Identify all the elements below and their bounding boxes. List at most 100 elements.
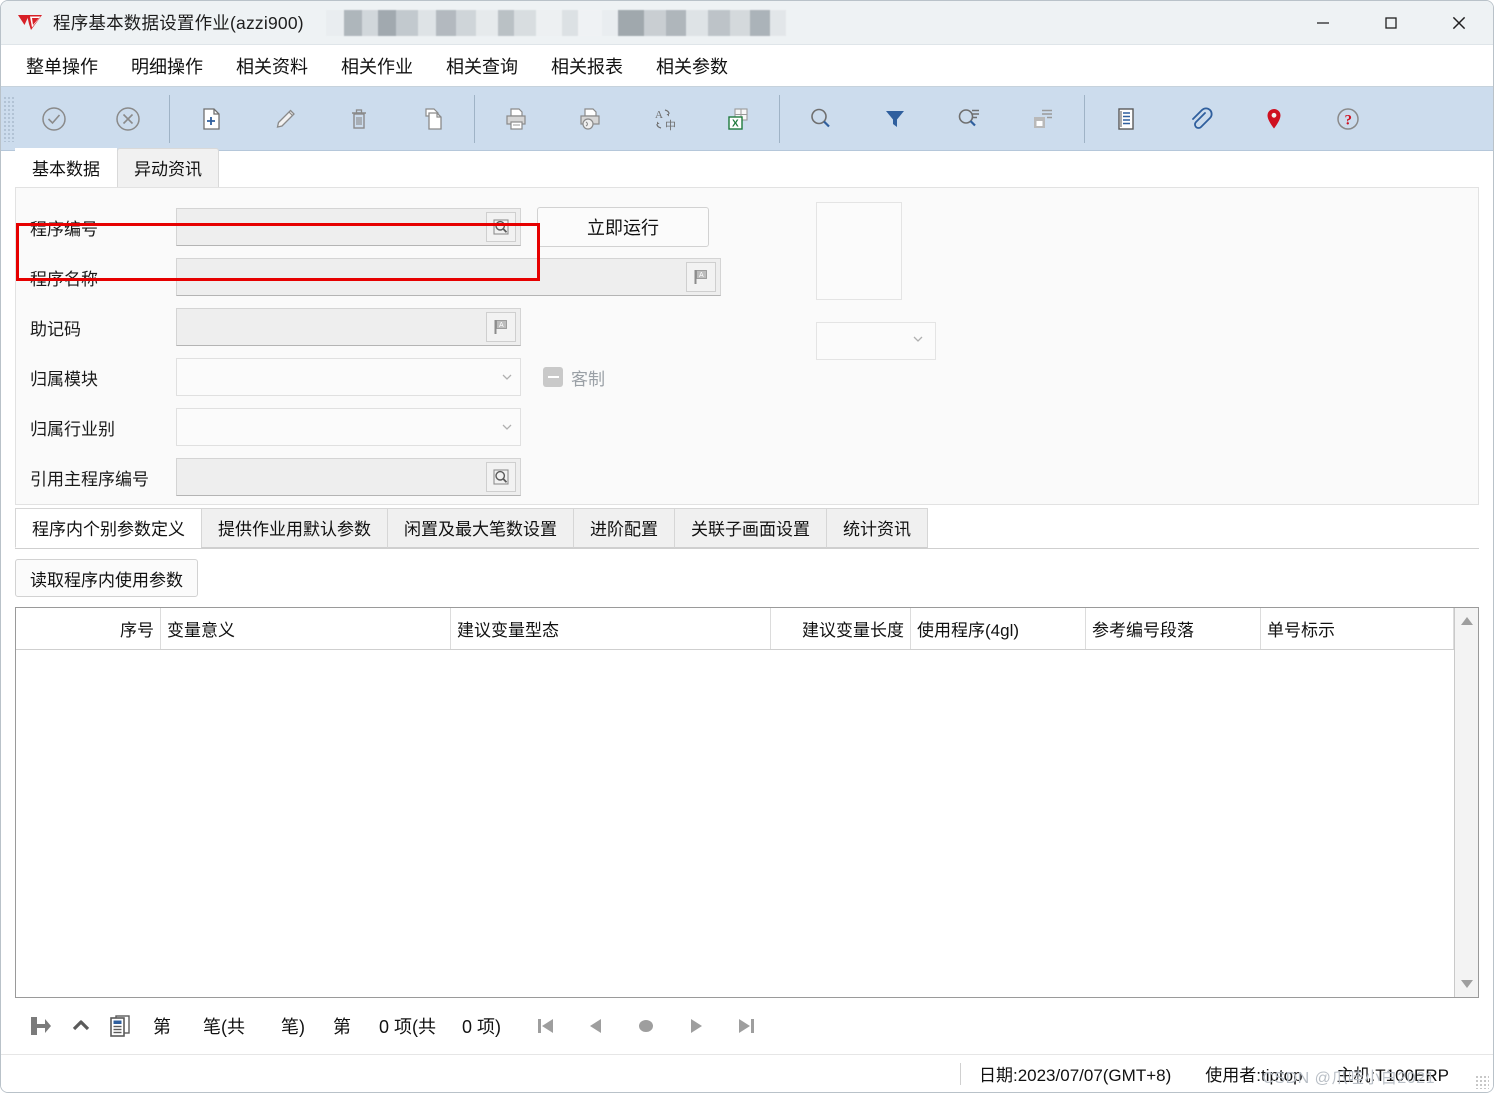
subtab-default-params[interactable]: 提供作业用默认参数 [201,508,388,548]
grid-col-seq[interactable]: 序号 [16,608,161,649]
field-ref-main-program [176,458,521,496]
last-page-icon[interactable] [721,1008,771,1044]
edit-pencil-icon[interactable] [248,89,322,149]
magnifier-lookup-icon[interactable] [486,462,516,492]
mnemonic-input[interactable] [177,309,486,345]
record-pager [521,1008,771,1044]
delete-trash-icon[interactable] [322,89,396,149]
location-pin-icon[interactable] [1237,89,1311,149]
field-program-no [176,208,521,246]
translate-icon[interactable]: A 中 [627,89,701,149]
label-count-close: 笔) [281,1017,305,1037]
items-total-count: 0 项) [462,1017,502,1037]
new-document-icon[interactable] [174,89,248,149]
toolbar-group-output: A 中 X [479,87,775,151]
tab-basic-data[interactable]: 基本数据 [15,148,117,187]
chevron-down-icon [494,420,520,434]
parameters-grid: 序号 变量意义 建议变量型态 建议变量长度 使用程序(4gl) 参考编号段落 单… [15,607,1479,998]
grid-col-doc-flag[interactable]: 单号标示 [1261,608,1454,649]
custom-checkbox-label: 客制 [571,369,605,389]
print-icon[interactable] [479,89,553,149]
industry-select[interactable] [176,408,521,446]
subtab-advanced-config[interactable]: 进阶配置 [573,508,675,548]
confirm-icon[interactable] [17,89,91,149]
menu-whole-order[interactable]: 整单操作 [11,49,113,83]
tab-change-info[interactable]: 异动资讯 [117,148,219,187]
toolbar: A 中 X ? [1,87,1493,151]
grid-col-ref-segment[interactable]: 参考编号段落 [1086,608,1261,649]
subtab-linked-subscreen[interactable]: 关联子画面设置 [674,508,827,548]
label-page-prefix: 第 [153,1017,171,1037]
back-arrow-icon[interactable] [21,1008,61,1044]
collapse-up-icon[interactable] [61,1008,101,1044]
first-page-icon[interactable] [521,1008,571,1044]
custom-checkbox[interactable] [543,367,563,387]
export-excel-icon[interactable]: X [701,89,775,149]
grid-col-var-type[interactable]: 建议变量型态 [451,608,771,649]
program-no-input[interactable] [177,209,486,245]
label-program-no: 程序编号 [30,219,98,239]
menu-related-job[interactable]: 相关作业 [326,49,428,83]
grid-body[interactable] [16,650,1454,997]
field-mnemonic: A [176,308,521,346]
cancel-icon[interactable] [91,89,165,149]
label-count-open: 笔(共 [203,1017,245,1037]
help-question-icon[interactable]: ? [1311,89,1385,149]
read-program-params-button[interactable]: 读取程序内使用参数 [15,559,198,597]
grid-col-use-program[interactable]: 使用程序(4gl) [911,608,1086,649]
close-button[interactable] [1425,1,1493,45]
document-list-icon[interactable] [101,1008,141,1044]
tiptop-logo-icon [17,12,43,34]
form-right-column [816,202,936,360]
grid-vertical-scrollbar[interactable] [1454,608,1478,997]
toolbar-drag-grip[interactable] [3,95,15,142]
scroll-down-icon[interactable] [1458,975,1476,993]
menu-related-data[interactable]: 相关资料 [221,49,323,83]
resize-grip[interactable] [1475,1075,1489,1089]
custom-checkbox-group[interactable]: 客制 [543,365,605,390]
svg-text:X: X [732,118,739,129]
module-select[interactable] [176,358,521,396]
maximize-button[interactable] [1357,1,1425,45]
mnemonic-input-wrap: A [176,308,521,346]
status-bar: 日期:2023/07/07(GMT+8) 使用者:tiptop 主机:T100E… [1,1054,1493,1092]
grid-header-row: 序号 变量意义 建议变量型态 建议变量长度 使用程序(4gl) 参考编号段落 单… [16,608,1454,650]
menu-related-param[interactable]: 相关参数 [641,49,743,83]
form-row-mnemonic: 助记码 A [16,302,776,352]
prev-page-icon[interactable] [571,1008,621,1044]
menu-related-report[interactable]: 相关报表 [536,49,638,83]
filter-funnel-icon[interactable] [858,89,932,149]
stop-circle-icon[interactable] [621,1008,671,1044]
run-now-button[interactable]: 立即运行 [537,207,709,247]
saved-query-icon[interactable] [1006,89,1080,149]
main-tab-strip: 基本数据 异动资讯 [1,148,1493,187]
advanced-query-icon[interactable] [932,89,1006,149]
magnifier-lookup-icon[interactable] [486,212,516,242]
search-icon[interactable] [784,89,858,149]
subtab-idle-max-count[interactable]: 闲置及最大笔数设置 [387,508,574,548]
field-module [176,358,521,396]
copy-document-icon[interactable] [396,89,470,149]
grid-col-var-length[interactable]: 建议变量长度 [771,608,911,649]
flag-translate-icon[interactable]: A [486,312,516,342]
program-name-input[interactable] [177,259,686,295]
right-select[interactable] [816,322,936,360]
subtab-program-params[interactable]: 程序内个别参数定义 [15,508,202,548]
chevron-down-icon [494,370,520,384]
image-placeholder[interactable] [816,202,902,300]
scroll-up-icon[interactable] [1458,612,1476,630]
ref-main-program-input[interactable] [177,459,486,495]
next-page-icon[interactable] [671,1008,721,1044]
subtab-statistics[interactable]: 统计资讯 [826,508,928,548]
menu-related-query[interactable]: 相关查询 [431,49,533,83]
menu-detail[interactable]: 明细操作 [116,49,218,83]
window-controls [1289,1,1493,45]
print-preview-icon[interactable] [553,89,627,149]
minimize-button[interactable] [1289,1,1357,45]
grid-col-var-meaning[interactable]: 变量意义 [161,608,451,649]
notes-icon[interactable] [1089,89,1163,149]
window-title: 程序基本数据设置作业(azzi900) [53,13,304,33]
attachment-clip-icon[interactable] [1163,89,1237,149]
flag-translate-icon[interactable]: A [686,262,716,292]
svg-text:?: ? [1345,112,1353,128]
